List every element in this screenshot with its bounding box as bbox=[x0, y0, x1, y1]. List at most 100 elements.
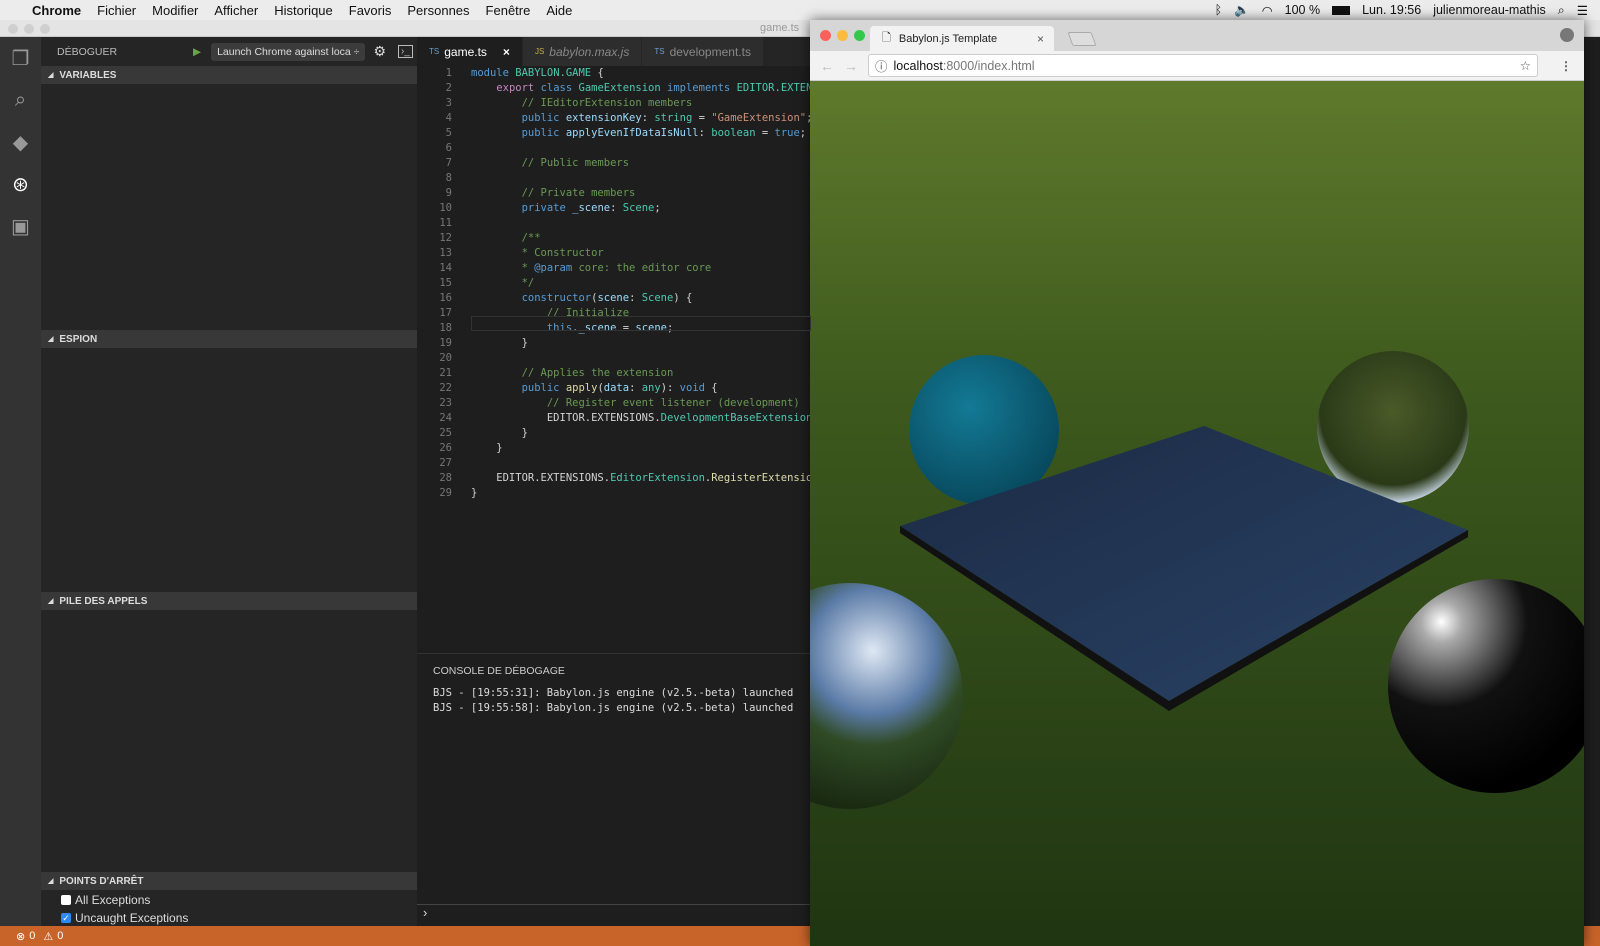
start-debug-button[interactable]: ▶ bbox=[193, 46, 201, 58]
code-token: : bbox=[629, 292, 642, 304]
code-line[interactable]: 13 * Constructor bbox=[417, 246, 811, 261]
notification-center-icon[interactable]: ☰ bbox=[1577, 3, 1588, 18]
chrome-tab[interactable]: 🗋 Babylon.js Template × bbox=[870, 26, 1054, 51]
tab-development-ts[interactable]: TS development.ts bbox=[642, 37, 764, 66]
code-line[interactable]: 25 } bbox=[417, 426, 811, 441]
breakpoint-uncaught-exceptions[interactable]: ✓ Uncaught Exceptions bbox=[61, 911, 188, 925]
star-icon[interactable]: ☆ bbox=[1520, 58, 1531, 73]
babylon-canvas[interactable] bbox=[810, 81, 1584, 946]
new-tab-button[interactable] bbox=[1067, 32, 1097, 46]
section-callstack[interactable]: ◢ PILE DES APPELS bbox=[41, 592, 417, 610]
code-line[interactable]: 28 EDITOR.EXTENSIONS.EditorExtension.Reg… bbox=[417, 471, 811, 486]
code-line[interactable]: 21 // Applies the extension bbox=[417, 366, 811, 381]
menu-icon[interactable]: ⋮ bbox=[1560, 59, 1572, 73]
minimize-window-button[interactable] bbox=[837, 30, 848, 41]
code-line[interactable]: 4 public extensionKey: string = "GameExt… bbox=[417, 111, 811, 126]
code-line[interactable]: 8 bbox=[417, 171, 811, 186]
code-token: GameExtension bbox=[578, 82, 668, 94]
line-number: 23 bbox=[439, 397, 452, 409]
code-line[interactable]: 26 } bbox=[417, 441, 811, 456]
code-line[interactable]: 2 export class GameExtension implements … bbox=[417, 81, 811, 96]
forward-icon[interactable]: → bbox=[844, 58, 858, 74]
chrome-toolbar: ← → ↻ ⓘ localhost:8000/index.html ☆ ⋮ bbox=[810, 51, 1584, 81]
menu-modifier[interactable]: Modifier bbox=[152, 3, 198, 18]
code-line[interactable]: 9 // Private members bbox=[417, 186, 811, 201]
checkbox-checked[interactable]: ✓ bbox=[61, 913, 71, 923]
code-line[interactable]: 29} bbox=[417, 486, 811, 501]
menu-personnes[interactable]: Personnes bbox=[407, 3, 469, 18]
code-token: } bbox=[471, 427, 528, 439]
code-line[interactable]: 24 EDITOR.EXTENSIONS.DevelopmentBaseExte… bbox=[417, 411, 811, 426]
section-variables[interactable]: ◢ VARIABLES bbox=[41, 66, 417, 84]
profile-icon[interactable] bbox=[1560, 28, 1574, 42]
close-icon[interactable]: × bbox=[503, 45, 510, 59]
code-line[interactable]: 14 * @param core: the editor core bbox=[417, 261, 811, 276]
breakpoint-all-exceptions[interactable]: All Exceptions bbox=[61, 893, 150, 907]
error-count[interactable]: 0 bbox=[29, 930, 35, 942]
code-area[interactable]: 1 module BABYLON.GAME {2 export class Gam… bbox=[417, 66, 811, 501]
menu-favoris[interactable]: Favoris bbox=[349, 3, 392, 18]
checkbox[interactable] bbox=[61, 895, 71, 905]
menu-afficher[interactable]: Afficher bbox=[214, 3, 258, 18]
menu-aide[interactable]: Aide bbox=[546, 3, 572, 18]
tab-label: game.ts bbox=[444, 44, 487, 59]
git-icon[interactable]: ◆ bbox=[0, 121, 41, 163]
code-line[interactable]: 15 */ bbox=[417, 276, 811, 291]
debug-icon[interactable]: ⊛ bbox=[0, 163, 41, 205]
clock[interactable]: Lun. 19:56 bbox=[1362, 3, 1421, 17]
minimize-window-button[interactable] bbox=[24, 24, 34, 34]
tab-babylon-max-js[interactable]: JS babylon.max.js bbox=[522, 37, 643, 66]
user-name[interactable]: julienmoreau-mathis bbox=[1433, 3, 1546, 17]
console-input[interactable]: › bbox=[417, 904, 811, 926]
editor-scrollbar[interactable] bbox=[1584, 37, 1600, 926]
menu-historique[interactable]: Historique bbox=[274, 3, 333, 18]
launch-config-select[interactable]: Launch Chrome against loca ÷ bbox=[211, 42, 366, 61]
section-breakpoints[interactable]: ◢ POINTS D'ARRÊT bbox=[41, 872, 417, 890]
console-title: CONSOLE DE DÉBOGAGE bbox=[433, 665, 565, 677]
menu-fenetre[interactable]: Fenêtre bbox=[486, 3, 531, 18]
gear-icon[interactable]: ⚙ bbox=[373, 43, 386, 60]
bluetooth-icon[interactable]: ᛒ bbox=[1215, 3, 1223, 17]
code-line[interactable]: 20 bbox=[417, 351, 811, 366]
code-line[interactable]: 3 // IEditorExtension members bbox=[417, 96, 811, 111]
address-bar[interactable]: ⓘ localhost:8000/index.html ☆ bbox=[868, 54, 1538, 77]
code-line[interactable]: 19 } bbox=[417, 336, 811, 351]
code-line[interactable]: 10 private _scene: Scene; bbox=[417, 201, 811, 216]
search-icon[interactable]: ⌕ bbox=[0, 79, 41, 121]
zoom-window-button[interactable] bbox=[40, 24, 50, 34]
zoom-window-button[interactable] bbox=[854, 30, 865, 41]
volume-icon[interactable]: 🔈 bbox=[1234, 3, 1250, 18]
code-line[interactable]: 7 // Public members bbox=[417, 156, 811, 171]
extensions-icon[interactable]: ▣ bbox=[0, 205, 41, 247]
code-line[interactable]: 27 bbox=[417, 456, 811, 471]
close-window-button[interactable] bbox=[820, 30, 831, 41]
warning-count[interactable]: 0 bbox=[57, 930, 63, 942]
close-tab-icon[interactable]: × bbox=[1037, 32, 1044, 46]
close-window-button[interactable] bbox=[8, 24, 18, 34]
back-icon[interactable]: ← bbox=[820, 58, 834, 74]
ts-icon: TS bbox=[654, 47, 665, 56]
line-number: 17 bbox=[439, 307, 452, 319]
menu-fichier[interactable]: Fichier bbox=[97, 3, 136, 18]
error-icon[interactable]: ⊗ bbox=[16, 930, 25, 943]
code-line[interactable]: 22 public apply(data: any): void { bbox=[417, 381, 811, 396]
code-line[interactable]: 6 bbox=[417, 141, 811, 156]
menu-app-name[interactable]: Chrome bbox=[32, 3, 81, 18]
code-line[interactable]: 16 constructor(scene: Scene) { bbox=[417, 291, 811, 306]
explorer-icon[interactable]: ❐ bbox=[0, 37, 41, 79]
code-line[interactable]: 23 // Register event listener (developme… bbox=[417, 396, 811, 411]
battery-percent[interactable]: 100 % bbox=[1285, 3, 1320, 17]
code-line[interactable]: 1 module BABYLON.GAME { bbox=[417, 66, 811, 81]
section-watch[interactable]: ◢ ESPION bbox=[41, 330, 417, 348]
terminal-icon[interactable]: ›_ bbox=[398, 45, 413, 58]
tab-game-ts[interactable]: TS game.ts × bbox=[417, 37, 523, 66]
line-text: EDITOR.EXTENSIONS.DevelopmentBaseExtensi… bbox=[471, 411, 811, 426]
wifi-icon[interactable]: ◠ bbox=[1262, 3, 1273, 18]
info-icon[interactable]: ⓘ bbox=[875, 56, 888, 75]
spotlight-icon[interactable]: ⌕ bbox=[1558, 3, 1565, 18]
code-line[interactable]: 5 public applyEvenIfDataIsNull: boolean … bbox=[417, 126, 811, 141]
code-line[interactable]: 12 /** bbox=[417, 231, 811, 246]
page-icon: 🗋 bbox=[882, 32, 891, 44]
code-line[interactable]: 11 bbox=[417, 216, 811, 231]
warning-icon[interactable]: ⚠ bbox=[43, 930, 53, 943]
